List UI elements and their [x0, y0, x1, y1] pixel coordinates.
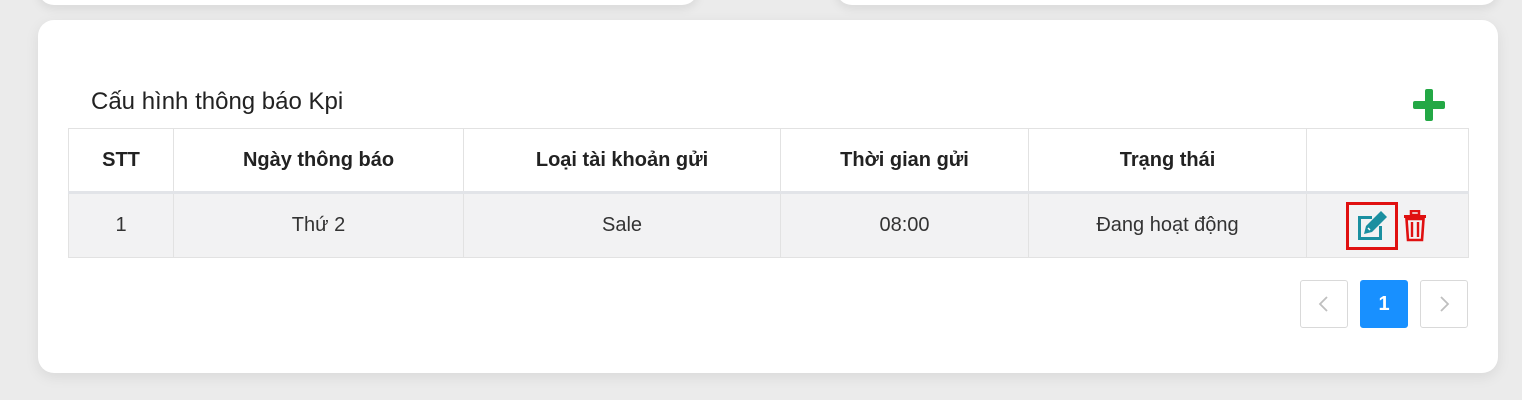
cell-trang-thai: Đang hoạt động: [1028, 192, 1307, 258]
chevron-right-icon: [1440, 296, 1450, 312]
table-row: 1 Thứ 2 Sale 08:00 Đang hoạt động: [68, 192, 1469, 258]
cell-ngay-thong-bao: Thứ 2: [173, 192, 464, 258]
chevron-left-icon: [1318, 296, 1328, 312]
column-header-trang-thai: Trạng thái: [1028, 128, 1307, 194]
add-button[interactable]: [1411, 87, 1447, 123]
prev-page-button[interactable]: [1300, 280, 1348, 328]
section-title: Cấu hình thông báo Kpi: [91, 88, 344, 115]
edit-icon: [1357, 210, 1387, 240]
top-card-left: [38, 0, 698, 5]
column-header-ngay-thong-bao: Ngày thông báo: [173, 128, 464, 194]
delete-button[interactable]: [1400, 206, 1430, 246]
column-header-stt: STT: [68, 128, 174, 194]
edit-button[interactable]: [1345, 201, 1398, 250]
cell-loai-tai-khoan: Sale: [463, 192, 781, 258]
column-header-actions: [1306, 128, 1469, 194]
top-card-right: [836, 0, 1498, 5]
cell-thoi-gian-gui: 08:00: [780, 192, 1029, 258]
row-actions: [1307, 201, 1468, 250]
cell-stt: 1: [68, 192, 174, 258]
pagination: 1: [1300, 280, 1468, 328]
page-button-current[interactable]: 1: [1360, 280, 1408, 328]
trash-icon: [1403, 209, 1426, 241]
column-header-thoi-gian-gui: Thời gian gửi: [780, 128, 1029, 194]
cell-actions: [1306, 192, 1469, 258]
column-header-loai-tai-khoan: Loại tài khoản gửi: [463, 128, 781, 194]
kpi-table: STT Ngày thông báo Loại tài khoản gửi Th…: [68, 128, 1469, 258]
table-header-row: STT Ngày thông báo Loại tài khoản gửi Th…: [68, 128, 1469, 194]
page: Cấu hình thông báo Kpi STT Ngày thông bá…: [0, 0, 1522, 400]
next-page-button[interactable]: [1420, 280, 1468, 328]
kpi-config-card: Cấu hình thông báo Kpi STT Ngày thông bá…: [38, 20, 1498, 373]
